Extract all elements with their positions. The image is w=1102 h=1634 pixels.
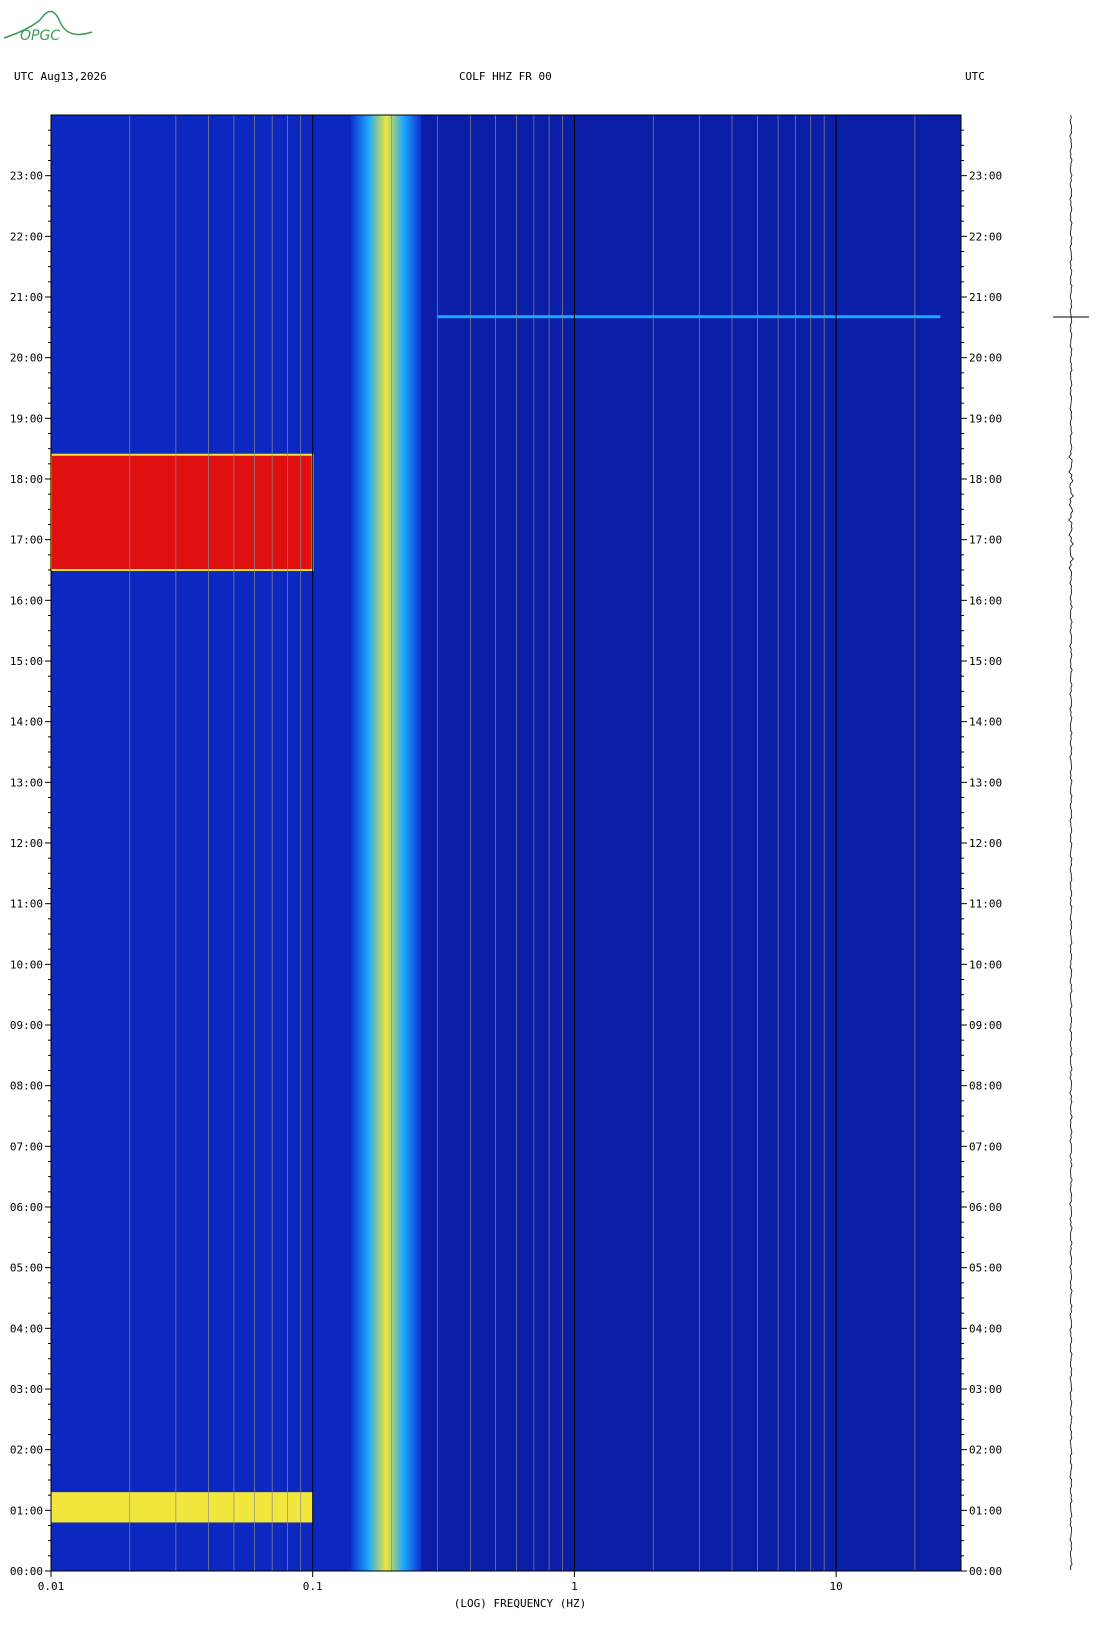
y-tick-label-right: 11:00 bbox=[969, 898, 1002, 911]
y-tick-label-right: 16:00 bbox=[969, 594, 1002, 607]
trace-line bbox=[1068, 114, 1074, 1571]
y-tick-label-left: 17:00 bbox=[10, 534, 43, 547]
y-tick-label-left: 01:00 bbox=[10, 1504, 43, 1517]
y-tick-label-left: 02:00 bbox=[10, 1444, 43, 1457]
y-tick-label-right: 21:00 bbox=[969, 291, 1002, 304]
feature-1 bbox=[51, 454, 313, 570]
x-tick-label: 0.1 bbox=[303, 1580, 323, 1593]
y-tick-label-left: 07:00 bbox=[10, 1140, 43, 1153]
y-tick-label-left: 19:00 bbox=[10, 412, 43, 425]
time-axis-left: 00:00 01:00 02:00 03:00 04:00 05:00 06:00 07:00… bbox=[10, 129, 51, 1578]
y-tick-label-left: 14:00 bbox=[10, 716, 43, 729]
y-tick-label-right: 09:00 bbox=[969, 1019, 1002, 1032]
y-tick-label-right: 03:00 bbox=[969, 1383, 1002, 1396]
y-tick-label-right: 12:00 bbox=[969, 837, 1002, 850]
y-tick-label-left: 08:00 bbox=[10, 1080, 43, 1093]
y-tick-label-right: 07:00 bbox=[969, 1140, 1002, 1153]
x-tick-label: 1 bbox=[571, 1580, 578, 1593]
y-tick-label-left: 20:00 bbox=[10, 352, 43, 365]
x-axis-label: (LOG) FREQUENCY (HZ) bbox=[454, 1597, 586, 1610]
y-tick-label-left: 09:00 bbox=[10, 1019, 43, 1032]
y-tick-label-right: 02:00 bbox=[969, 1444, 1002, 1457]
y-tick-label-right: 14:00 bbox=[969, 716, 1002, 729]
y-tick-label-left: 23:00 bbox=[10, 170, 43, 183]
y-tick-label-right: 22:00 bbox=[969, 230, 1002, 243]
y-tick-label-left: 15:00 bbox=[10, 655, 43, 668]
y-tick-label-left: 03:00 bbox=[10, 1383, 43, 1396]
y-tick-label-right: 04:00 bbox=[969, 1322, 1002, 1335]
y-tick-label-left: 04:00 bbox=[10, 1322, 43, 1335]
y-tick-label-left: 05:00 bbox=[10, 1262, 43, 1275]
y-tick-label-right: 17:00 bbox=[969, 534, 1002, 547]
y-tick-label-left: 18:00 bbox=[10, 473, 43, 486]
spectrogram-chart: 00:00 01:00 02:00 03:00 04:00 05:00 06:00 07:00… bbox=[10, 114, 1089, 1610]
frequency-axis: 0.01 0.1 1 10 bbox=[38, 1571, 843, 1593]
y-tick-label-left: 10:00 bbox=[10, 958, 43, 971]
seismic-trace bbox=[1053, 114, 1089, 1571]
y-tick-label-right: 19:00 bbox=[969, 412, 1002, 425]
y-tick-label-left: 06:00 bbox=[10, 1201, 43, 1214]
y-tick-label-right: 20:00 bbox=[969, 352, 1002, 365]
y-tick-label-right: 23:00 bbox=[969, 170, 1002, 183]
y-tick-label-right: 08:00 bbox=[969, 1080, 1002, 1093]
time-axis-right: 00:00 01:00 02:00 03:00 04:00 05:00 06:00 07:00… bbox=[961, 129, 1002, 1578]
y-tick-label-right: 18:00 bbox=[969, 473, 1002, 486]
feature-0 bbox=[350, 115, 422, 1571]
y-tick-label-left: 11:00 bbox=[10, 898, 43, 911]
y-tick-label-left: 16:00 bbox=[10, 594, 43, 607]
y-tick-label-left: 13:00 bbox=[10, 776, 43, 789]
feature-3 bbox=[437, 315, 941, 319]
y-tick-label-right: 05:00 bbox=[969, 1262, 1002, 1275]
y-tick-label-right: 00:00 bbox=[969, 1565, 1002, 1578]
x-tick-label: 10 bbox=[830, 1580, 843, 1593]
y-tick-label-left: 12:00 bbox=[10, 837, 43, 850]
y-tick-label-left: 00:00 bbox=[10, 1565, 43, 1578]
y-tick-label-right: 01:00 bbox=[969, 1504, 1002, 1517]
x-tick-label: 0.01 bbox=[38, 1580, 65, 1593]
y-tick-label-right: 06:00 bbox=[969, 1201, 1002, 1214]
y-tick-label-left: 22:00 bbox=[10, 230, 43, 243]
y-tick-label-right: 13:00 bbox=[969, 776, 1002, 789]
y-tick-label-right: 10:00 bbox=[969, 958, 1002, 971]
low-frequency-region bbox=[51, 115, 351, 1571]
y-tick-label-right: 15:00 bbox=[969, 655, 1002, 668]
y-tick-label-left: 21:00 bbox=[10, 291, 43, 304]
feature-2 bbox=[51, 1492, 313, 1523]
